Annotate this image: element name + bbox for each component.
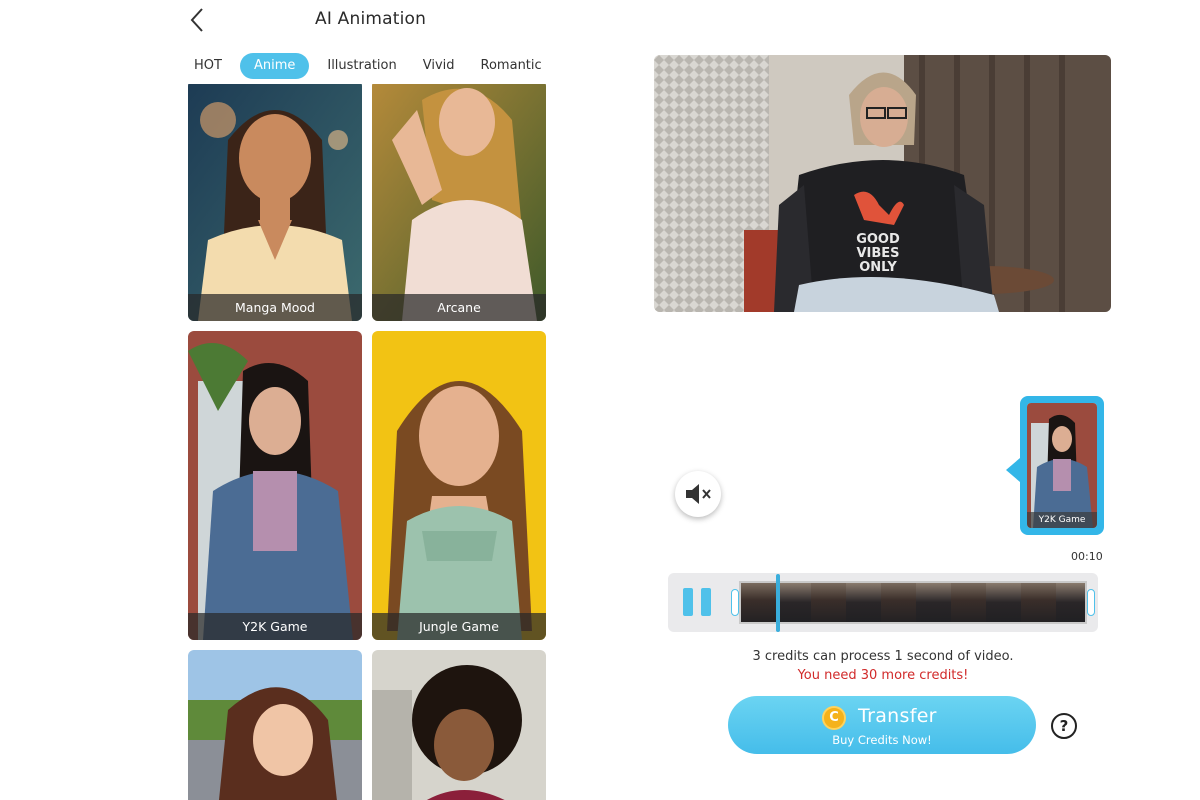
trim-handle-left[interactable]	[731, 589, 739, 616]
tab-illustration[interactable]: Illustration	[319, 53, 404, 79]
tab-romantic[interactable]: Romantic	[473, 53, 550, 79]
y2k-game-thumbnail	[188, 331, 362, 640]
preview-image: GOOD VIBES ONLY	[654, 55, 1111, 312]
tab-hot[interactable]: HOT	[186, 53, 230, 79]
chevron-left-icon	[190, 8, 203, 32]
jungle-game-thumbnail	[372, 331, 546, 640]
credits-info-text: 3 credits can process 1 second of video.	[752, 649, 1014, 664]
manga-mood-thumbnail	[188, 84, 362, 321]
frame-thumbnail	[846, 583, 881, 622]
style-card-jungle-game[interactable]: Jungle Game	[372, 331, 546, 640]
style-card-5[interactable]	[188, 650, 362, 800]
frame-thumbnail	[881, 583, 916, 622]
frame-thumbnail	[951, 583, 986, 622]
back-button[interactable]	[186, 6, 210, 34]
transfer-label: Transfer	[858, 705, 937, 727]
frame-thumbnail	[1056, 583, 1085, 622]
shirt-text-line-2: VIBES	[856, 246, 899, 261]
selected-style-label: Y2K Game	[1027, 512, 1097, 528]
frame-thumbnail	[986, 583, 1021, 622]
pause-button[interactable]	[683, 588, 713, 616]
video-preview[interactable]: GOOD VIBES ONLY	[654, 55, 1111, 312]
frame-thumbnail	[776, 583, 811, 622]
style-thumbnail	[188, 650, 362, 800]
ai-animation-screen: AI Animation HOT Anime Illustration Vivi…	[0, 0, 1200, 800]
style-card-label: Jungle Game	[372, 613, 546, 640]
tab-vivid[interactable]: Vivid	[415, 53, 463, 79]
style-card-label: Manga Mood	[188, 294, 362, 321]
style-card-label: Y2K Game	[188, 613, 362, 640]
frame-thumbnail	[916, 583, 951, 622]
style-card-arcane[interactable]: Arcane	[372, 84, 546, 321]
playhead[interactable]	[776, 574, 780, 632]
pause-icon	[683, 588, 693, 616]
style-thumbnail	[372, 650, 546, 800]
speaker-muted-icon	[686, 484, 711, 504]
style-card-manga-mood[interactable]: Manga Mood	[188, 84, 362, 321]
style-card-y2k-game[interactable]: Y2K Game	[188, 331, 362, 640]
style-card-label: Arcane	[372, 294, 546, 321]
coin-icon: C	[822, 706, 846, 730]
video-frame-strip[interactable]	[731, 580, 1095, 625]
arcane-thumbnail	[372, 84, 546, 321]
shirt-text-line-1: GOOD	[856, 232, 900, 247]
trim-handle-right[interactable]	[1087, 589, 1095, 616]
selected-style-thumbnail[interactable]: Y2K Game	[1020, 396, 1104, 535]
video-duration: 00:10	[1071, 550, 1103, 563]
tab-anime[interactable]: Anime	[239, 53, 310, 79]
shirt-text-line-3: ONLY	[859, 260, 897, 275]
page-title: AI Animation	[315, 9, 427, 29]
credits-warning-text: You need 30 more credits!	[797, 668, 969, 683]
frame-thumbnail	[1021, 583, 1056, 622]
transfer-button[interactable]: C Transfer Buy Credits Now!	[728, 696, 1036, 754]
style-category-tabs: HOT Anime Illustration Vivid Romantic	[186, 53, 560, 79]
buy-credits-label: Buy Credits Now!	[832, 733, 932, 747]
frame-thumbnails	[739, 581, 1087, 624]
mute-button[interactable]	[675, 471, 721, 517]
selected-style-pointer	[1006, 458, 1020, 482]
style-gallery: Manga Mood Arcane Y2K Game Jungle Game	[188, 84, 548, 800]
frame-thumbnail	[811, 583, 846, 622]
y2k-game-mini-thumbnail	[1027, 403, 1097, 528]
frame-thumbnail	[741, 583, 776, 622]
help-icon[interactable]: ?	[1051, 713, 1077, 739]
style-card-6[interactable]	[372, 650, 546, 800]
